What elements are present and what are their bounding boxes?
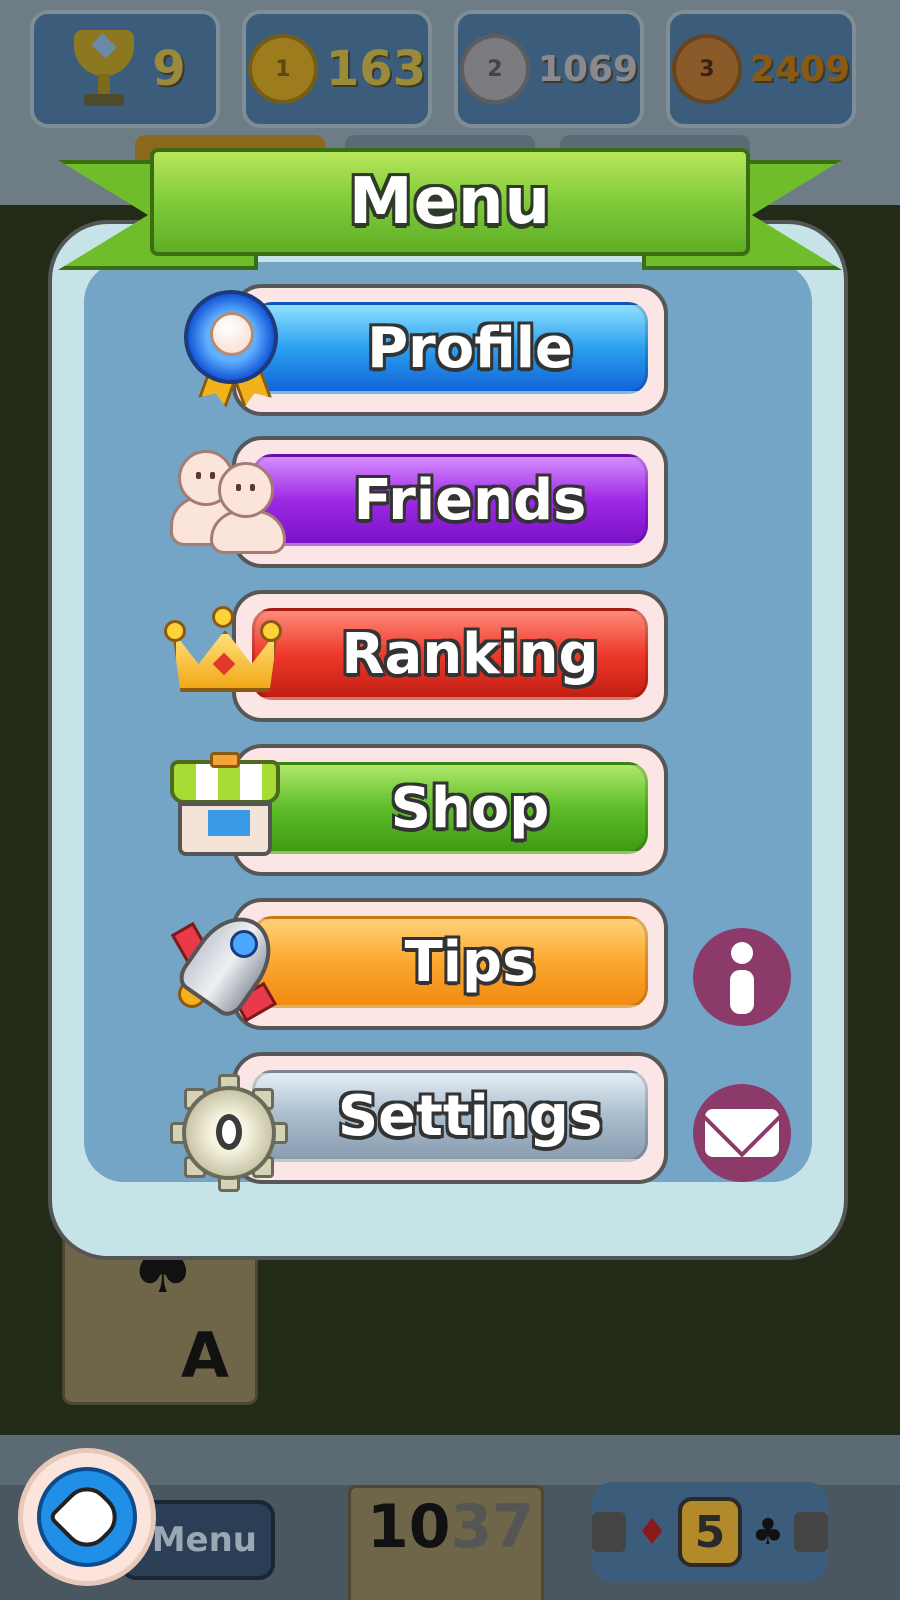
back-arrow-icon [47, 1477, 127, 1557]
shop-label: Shop [390, 775, 550, 841]
diamond-icon: ♦ [635, 1511, 669, 1553]
level-number: 5 [678, 1497, 742, 1567]
mail-icon [705, 1109, 779, 1157]
lock-icon [592, 1512, 626, 1552]
gold-medal-icon: 1 [247, 34, 318, 104]
crown-icon [164, 600, 282, 718]
deck-top-card: 10 [367, 1492, 451, 1562]
trophy-icon [64, 24, 144, 114]
shop-button[interactable]: Shop [232, 744, 668, 876]
gold-medal-stat: 1 163 [242, 10, 432, 128]
silver-medal-stat: 2 1069 [454, 10, 644, 128]
tips-button[interactable]: Tips [232, 898, 668, 1030]
rocket-icon [170, 900, 290, 1023]
lock-icon [794, 1512, 828, 1552]
rosette-icon [178, 284, 296, 402]
club-icon: ♣ [751, 1511, 784, 1553]
mail-button[interactable] [693, 1084, 791, 1182]
silver-count: 1069 [537, 48, 639, 90]
info-button[interactable] [693, 928, 791, 1026]
ranking-button[interactable]: Ranking [232, 590, 668, 722]
settings-label: Settings [337, 1083, 603, 1149]
profile-button[interactable]: Profile [232, 284, 668, 416]
friends-button[interactable]: Friends [232, 436, 668, 568]
friends-label: Friends [353, 467, 587, 533]
tips-label: Tips [404, 929, 536, 995]
profile-label: Profile [367, 315, 573, 381]
card-rank: A [181, 1319, 229, 1392]
level-indicator: ♦ 5 ♣ [592, 1482, 828, 1582]
bronze-medal-icon: 3 [671, 34, 742, 104]
trophy-stat: 9 [30, 10, 220, 128]
deck-count: 37 [450, 1492, 535, 1562]
back-button[interactable] [18, 1448, 156, 1586]
bronze-medal-stat: 3 2409 [666, 10, 856, 128]
friends-icon [166, 440, 286, 558]
deck-pile: 1037 [348, 1485, 544, 1600]
gold-count: 163 [325, 41, 427, 97]
bronze-count: 2409 [749, 48, 851, 90]
silver-medal-icon: 2 [459, 34, 530, 104]
menu-title: Menu [348, 165, 552, 239]
menu-ribbon: Menu [150, 148, 750, 256]
gear-icon [170, 1074, 288, 1192]
shop-icon [166, 752, 284, 870]
ranking-label: Ranking [341, 621, 599, 687]
trophy-count: 9 [152, 41, 186, 97]
settings-button[interactable]: Settings [232, 1052, 668, 1184]
info-icon [727, 942, 757, 1014]
